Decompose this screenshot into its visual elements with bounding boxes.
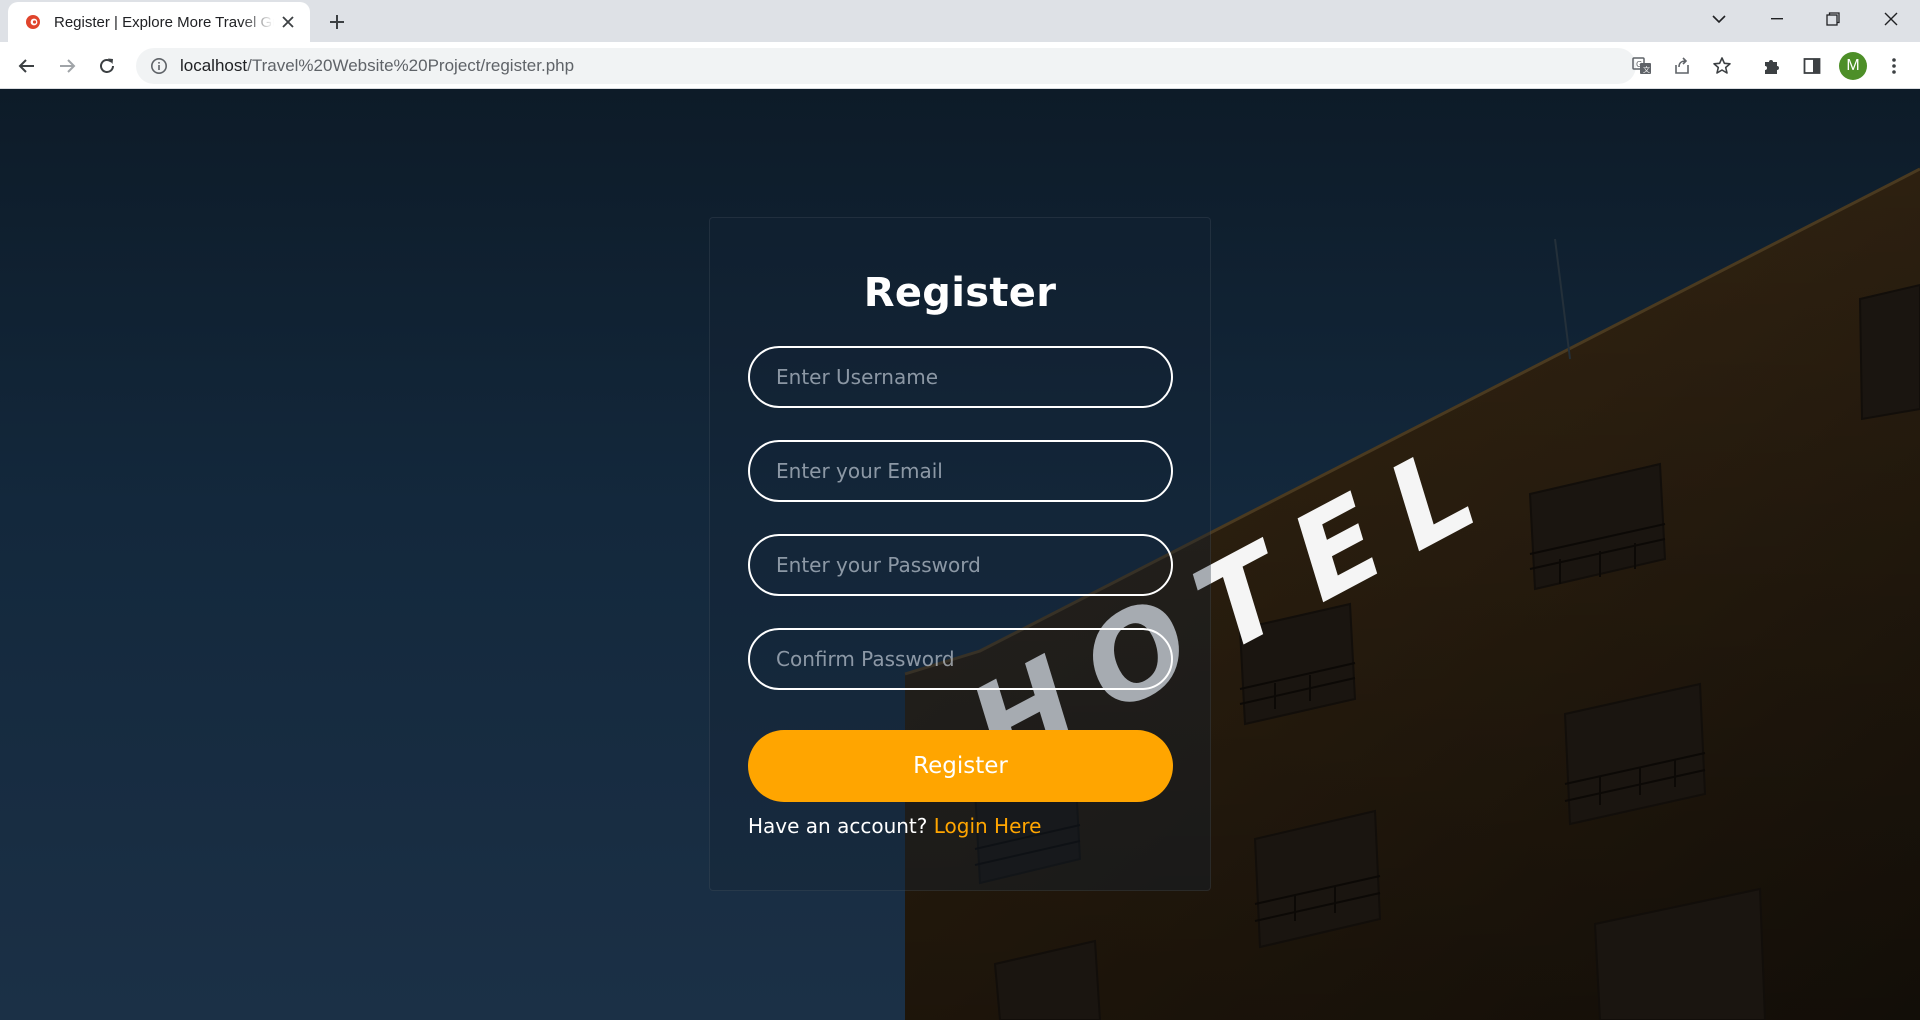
minimize-button[interactable] xyxy=(1757,0,1797,38)
close-window-button[interactable] xyxy=(1871,0,1911,38)
extensions-puzzle-icon[interactable] xyxy=(1758,52,1786,80)
new-tab-button[interactable] xyxy=(322,8,352,36)
password-input[interactable] xyxy=(748,534,1173,596)
tab-close-icon[interactable] xyxy=(276,10,300,34)
url-text[interactable]: localhost/Travel%20Website%20Project/reg… xyxy=(180,56,574,76)
translate-icon[interactable]: G文 xyxy=(1628,52,1656,80)
url-path: /Travel%20Website%20Project/register.php xyxy=(247,56,575,75)
page-viewport: HOTEL Register Register Have an account?… xyxy=(0,89,1920,1020)
account-prompt-text: Have an account? xyxy=(748,814,928,838)
forward-arrow-icon[interactable] xyxy=(51,50,83,82)
username-input[interactable] xyxy=(748,346,1173,408)
back-arrow-icon[interactable] xyxy=(11,50,43,82)
site-favicon-icon xyxy=(24,13,42,31)
svg-text:G: G xyxy=(1636,60,1642,69)
site-info-icon[interactable] xyxy=(150,57,168,75)
login-link[interactable]: Login Here xyxy=(934,814,1042,838)
page-title: Register xyxy=(863,270,1057,316)
bookmark-star-icon[interactable] xyxy=(1708,52,1736,80)
share-icon[interactable] xyxy=(1668,52,1696,80)
svg-text:文: 文 xyxy=(1643,65,1650,74)
register-card: Register Register Have an account? Login… xyxy=(709,217,1211,891)
confirm-password-input[interactable] xyxy=(748,628,1173,690)
tab-title: Register | Explore More Travel Guide xyxy=(54,13,274,31)
reload-icon[interactable] xyxy=(91,50,123,82)
kebab-menu-icon[interactable] xyxy=(1880,52,1908,80)
restore-button[interactable] xyxy=(1813,0,1853,38)
tab-strip: Register | Explore More Travel Guide xyxy=(0,0,1920,42)
browser-tab[interactable]: Register | Explore More Travel Guide xyxy=(8,2,310,42)
login-prompt: Have an account? Login Here xyxy=(748,814,1041,838)
email-input[interactable] xyxy=(748,440,1173,502)
tab-search-chevron-icon[interactable] xyxy=(1699,0,1739,38)
register-button[interactable]: Register xyxy=(748,730,1173,802)
address-bar[interactable]: localhost/Travel%20Website%20Project/reg… xyxy=(136,48,1636,84)
side-panel-icon[interactable] xyxy=(1798,52,1826,80)
profile-avatar[interactable]: M xyxy=(1839,52,1867,80)
browser-toolbar: localhost/Travel%20Website%20Project/reg… xyxy=(0,42,1920,89)
url-host: localhost xyxy=(180,56,248,75)
